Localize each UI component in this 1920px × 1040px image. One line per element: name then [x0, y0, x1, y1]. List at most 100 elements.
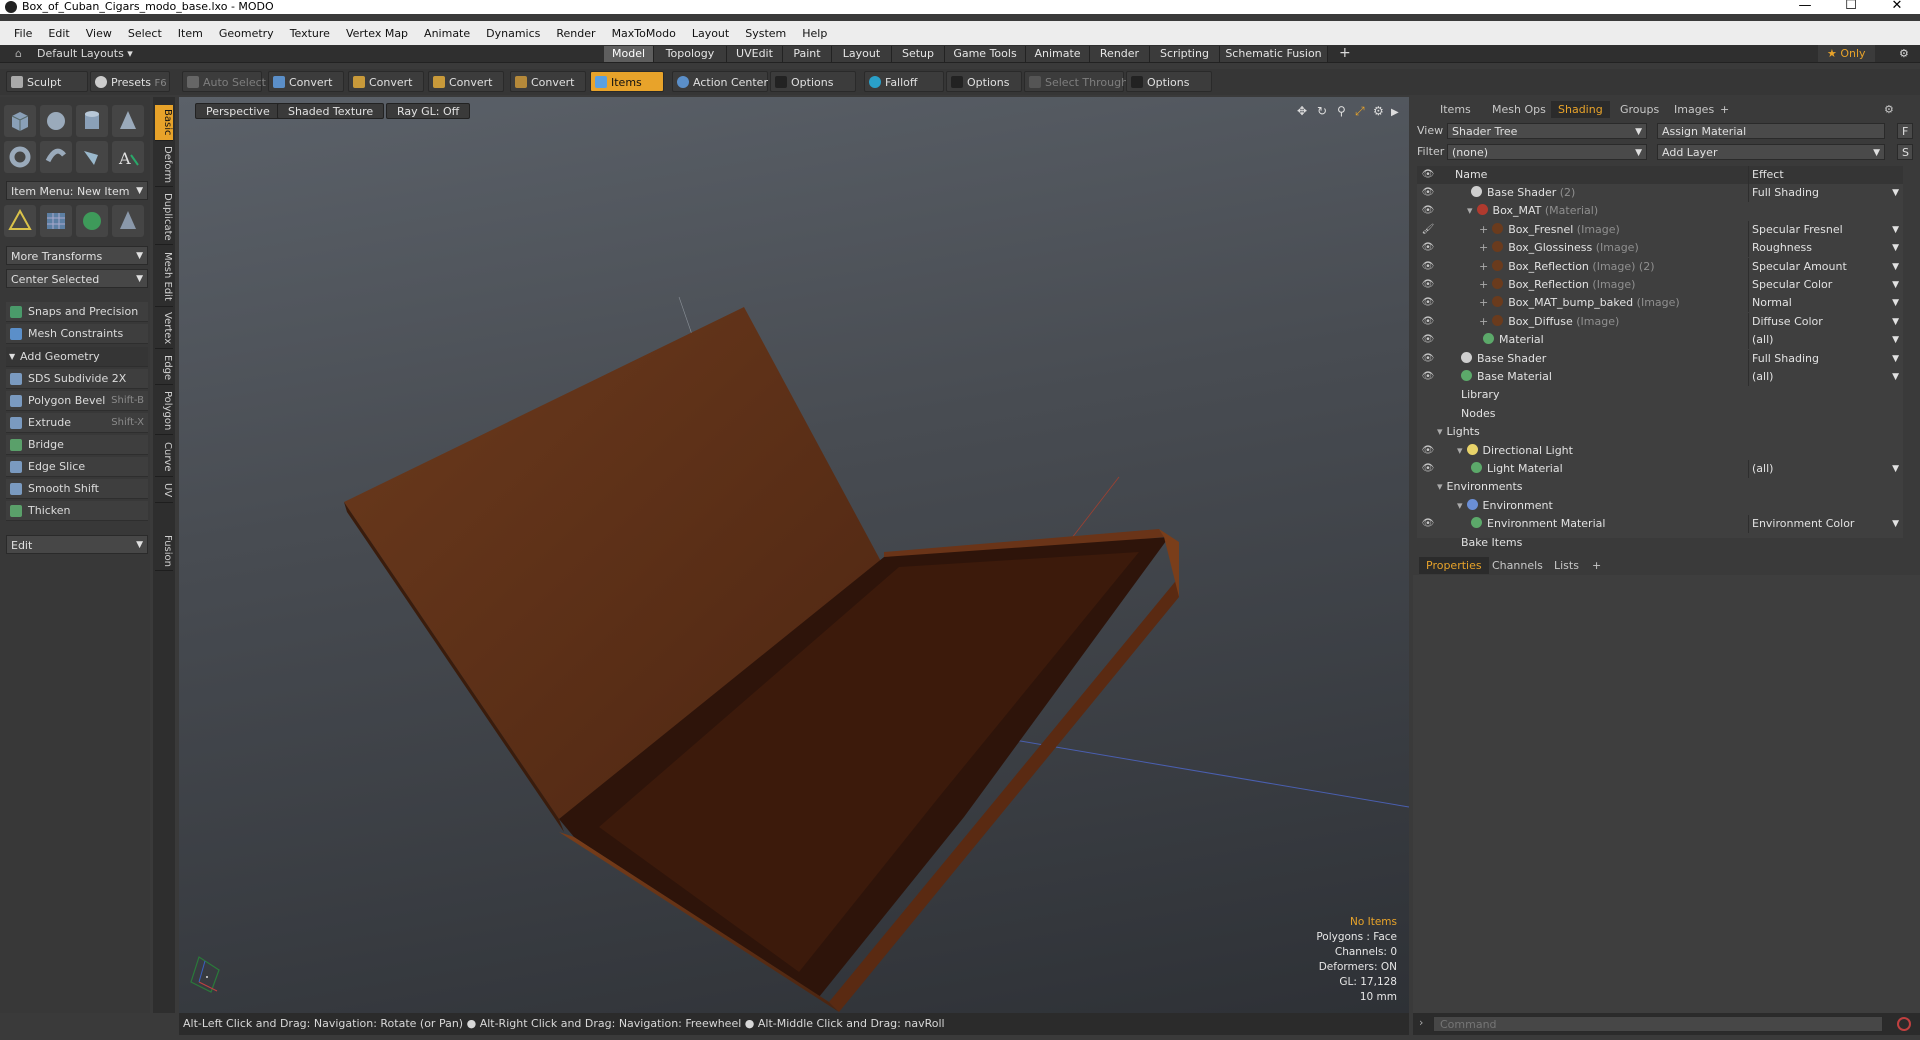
- expand-toggle-icon[interactable]: ▾: [1457, 444, 1463, 457]
- polygon-bevel-button[interactable]: Polygon Bevel Shift-B: [6, 391, 148, 411]
- tab-animate[interactable]: Animate: [1026, 46, 1090, 62]
- smooth-shift-button[interactable]: Smooth Shift: [6, 479, 148, 499]
- tree-row[interactable]: 👁 + Box_MAT_bump_baked (Image) Normal ▼: [1417, 294, 1903, 313]
- auto-select-button[interactable]: Auto Select: [182, 71, 266, 92]
- add-layer-dropdown[interactable]: Add Layer ▼: [1657, 144, 1885, 160]
- s-button[interactable]: S: [1897, 144, 1913, 160]
- layout-gear-icon[interactable]: ⚙: [1890, 45, 1918, 62]
- select-through-button[interactable]: Select Through: [1024, 71, 1128, 92]
- more-transforms-dropdown[interactable]: More Transforms ▼: [6, 246, 148, 265]
- falloff-options-button[interactable]: Options: [946, 71, 1022, 92]
- vtab-polygon[interactable]: Polygon: [155, 387, 173, 435]
- expand-toggle-icon[interactable]: ▾: [1437, 425, 1443, 438]
- menu-edit[interactable]: Edit: [40, 27, 77, 40]
- effect-cell[interactable]: Normal ▼: [1748, 294, 1903, 313]
- add-layout-tab-button[interactable]: +: [1330, 45, 1360, 62]
- menu-animate[interactable]: Animate: [416, 27, 478, 40]
- menu-texture[interactable]: Texture: [282, 27, 338, 40]
- effect-cell[interactable]: Specular Amount ▼: [1748, 257, 1903, 276]
- tree-row[interactable]: 👁 + Box_Glossiness (Image) Roughness ▼: [1417, 239, 1903, 258]
- tab-topology[interactable]: Topology: [654, 46, 727, 62]
- convert-materials-button[interactable]: Convert: [510, 71, 586, 92]
- cylinder-primitive-icon[interactable]: [76, 105, 108, 137]
- tab-game-tools[interactable]: Game Tools: [945, 46, 1026, 62]
- vtab-deform[interactable]: Deform: [155, 143, 173, 187]
- f-button[interactable]: F: [1897, 123, 1913, 139]
- tab-mesh-ops[interactable]: Mesh Ops: [1485, 101, 1553, 118]
- sculpt-button[interactable]: Sculpt: [6, 71, 88, 92]
- torus-primitive-icon[interactable]: [4, 141, 36, 173]
- maximize-button[interactable]: ☐: [1828, 0, 1874, 13]
- minimize-button[interactable]: —: [1782, 0, 1828, 13]
- thicken-button[interactable]: Thicken: [6, 501, 148, 521]
- tab-channels[interactable]: Channels: [1485, 557, 1550, 574]
- convert-polygons-button[interactable]: Convert: [428, 71, 504, 92]
- menu-vertex-map[interactable]: Vertex Map: [338, 27, 416, 40]
- presets-button[interactable]: Presets F6: [90, 71, 170, 92]
- effect-cell[interactable]: Environment Color ▼: [1748, 515, 1903, 534]
- expand-toggle-icon[interactable]: ▾: [1437, 480, 1443, 493]
- vtab-mesh-edit[interactable]: Mesh Edit: [155, 247, 173, 307]
- add-tab-button[interactable]: +: [1713, 101, 1736, 118]
- tab-paint[interactable]: Paint: [783, 46, 832, 62]
- tree-row[interactable]: 👁 Environment Material Environment Color ▼: [1417, 515, 1903, 534]
- capsule-primitive-icon[interactable]: [40, 141, 72, 173]
- effect-cell[interactable]: Specular Color ▼: [1748, 276, 1903, 294]
- add-bottom-tab-button[interactable]: +: [1585, 557, 1608, 574]
- edit-dropdown[interactable]: Edit ▼: [6, 535, 148, 554]
- convert-edges-button[interactable]: Convert: [348, 71, 424, 92]
- visibility-eye-icon[interactable]: 👁: [1421, 294, 1435, 312]
- grid-plane-icon[interactable]: [40, 205, 72, 237]
- paint-brush-icon[interactable]: 🖌: [1421, 221, 1435, 239]
- menu-view[interactable]: View: [78, 27, 120, 40]
- vtab-duplicate[interactable]: Duplicate: [155, 189, 173, 245]
- tab-model[interactable]: Model: [604, 46, 654, 62]
- visibility-eye-icon[interactable]: 👁: [1421, 368, 1435, 386]
- tree-row[interactable]: 👁 Base Shader (2) Full Shading ▼: [1417, 184, 1903, 202]
- extrude-button[interactable]: Extrude Shift-X: [6, 413, 148, 433]
- expand-toggle-icon[interactable]: +: [1479, 241, 1488, 254]
- tree-row[interactable]: 🖌 + Box_Fresnel (Image) Specular Fresnel ▼: [1417, 220, 1903, 239]
- visibility-eye-icon[interactable]: 👁: [1421, 331, 1435, 349]
- items-mode-button[interactable]: Items: [590, 71, 664, 92]
- mesh-constraints-button[interactable]: Mesh Constraints: [6, 324, 148, 344]
- menu-file[interactable]: File: [6, 27, 40, 40]
- effect-cell[interactable]: (all) ▼: [1748, 331, 1903, 350]
- menu-select[interactable]: Select: [120, 27, 170, 40]
- cube-primitive-icon[interactable]: [4, 105, 36, 137]
- tree-row[interactable]: 👁 Base Material (all) ▼: [1417, 368, 1903, 386]
- effect-column-header[interactable]: Effect: [1748, 166, 1903, 184]
- tab-scripting[interactable]: Scripting: [1150, 46, 1220, 62]
- menu-dynamics[interactable]: Dynamics: [478, 27, 548, 40]
- filter-dropdown[interactable]: (none) ▼: [1447, 144, 1647, 160]
- pen-tool-icon[interactable]: [76, 141, 108, 173]
- default-layouts-dropdown[interactable]: Default Layouts ▾: [28, 45, 142, 62]
- vtab-uv[interactable]: UV: [155, 479, 173, 503]
- visibility-eye-icon[interactable]: 👁: [1421, 276, 1435, 294]
- tree-row[interactable]: 👁 Base Shader Full Shading ▼: [1417, 349, 1903, 368]
- menu-help[interactable]: Help: [794, 27, 835, 40]
- vtab-vertex[interactable]: Vertex: [155, 309, 173, 349]
- tree-row[interactable]: ▾ Lights: [1417, 423, 1903, 441]
- tab-groups[interactable]: Groups: [1613, 101, 1666, 118]
- 3d-viewport[interactable]: Perspective Shaded Texture Ray GL: Off ✥…: [179, 97, 1409, 1013]
- effect-cell[interactable]: Full Shading ▼: [1748, 184, 1903, 202]
- expand-toggle-icon[interactable]: ▾: [1467, 204, 1473, 217]
- visibility-eye-icon[interactable]: 👁: [1421, 258, 1435, 276]
- menu-maxtomodo[interactable]: MaxToModo: [604, 27, 684, 40]
- tab-lists[interactable]: Lists: [1547, 557, 1586, 574]
- tab-uvedit[interactable]: UVEdit: [727, 46, 783, 62]
- panel-gear-icon[interactable]: ⚙: [1877, 101, 1901, 118]
- globe-icon[interactable]: [76, 205, 108, 237]
- expand-toggle-icon[interactable]: +: [1479, 315, 1488, 328]
- effect-cell[interactable]: Diffuse Color ▼: [1748, 312, 1903, 331]
- only-button[interactable]: ★ Only: [1818, 45, 1875, 62]
- falloff-button[interactable]: Falloff: [864, 71, 944, 92]
- tree-row[interactable]: 👁 ▾ Box_MAT (Material): [1417, 202, 1903, 220]
- effect-cell[interactable]: (all) ▼: [1748, 460, 1903, 478]
- vtab-edge[interactable]: Edge: [155, 351, 173, 385]
- transform-gizmo-icon[interactable]: [4, 205, 36, 237]
- item-menu-dropdown[interactable]: Item Menu: New Item ▼: [6, 181, 148, 200]
- tab-shading[interactable]: Shading: [1551, 101, 1610, 118]
- visibility-eye-icon[interactable]: 👁: [1421, 202, 1435, 220]
